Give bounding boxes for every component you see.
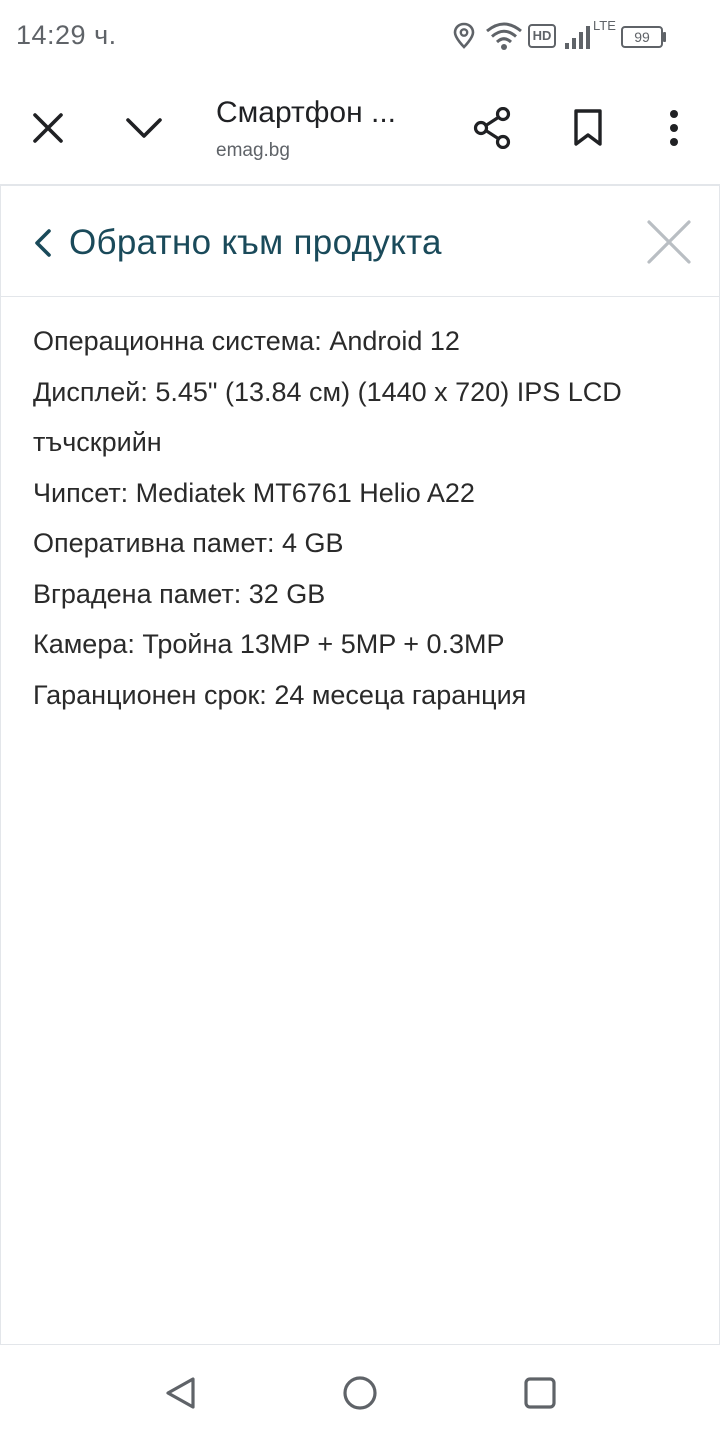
recents-square-icon [524, 1377, 556, 1409]
more-vertical-icon [670, 110, 678, 146]
page-url[interactable]: emag.bg [216, 140, 290, 162]
battery-level: 99 [634, 29, 650, 45]
specs-panel: Обратно към продукта Операционна система… [0, 186, 720, 1344]
share-button[interactable] [464, 100, 520, 156]
page-title[interactable]: Смартфон ... [216, 96, 396, 130]
status-time: 14:29 ч. [16, 20, 117, 50]
close-panel-button[interactable] [645, 218, 693, 266]
battery-icon: 99 [621, 26, 663, 48]
spec-item-display: Дисплей: 5.45" (13.84 см) (1440 x 720) I… [33, 376, 622, 458]
minimize-button[interactable] [116, 100, 172, 156]
lte-label: LTE [593, 18, 616, 33]
system-navigation-bar [0, 1344, 720, 1441]
chevron-left-icon [33, 226, 57, 260]
home-circle-icon [343, 1376, 377, 1410]
spec-item-warranty: Гаранционен срок: 24 месеца гаранция [33, 679, 527, 710]
status-bar: 14:29 ч. HD LTE 99 [0, 0, 720, 72]
back-to-product-link[interactable]: Обратно към продукта [33, 220, 442, 266]
panel-header: Обратно към продукта [1, 186, 719, 297]
share-icon [473, 107, 511, 149]
spec-item-storage: Вградена памет: 32 GB [33, 578, 326, 609]
battery-tip [663, 32, 666, 42]
custom-tab-toolbar: Смартфон ... emag.bg [0, 72, 720, 186]
more-options-button[interactable] [646, 100, 702, 156]
spec-list: Операционна система: Android 12 Дисплей:… [33, 316, 683, 720]
close-icon [33, 113, 63, 143]
nav-back-button[interactable] [160, 1373, 200, 1413]
bookmark-icon [574, 109, 602, 146]
signal-icon [565, 26, 590, 49]
wifi-icon [486, 22, 522, 50]
bookmark-button[interactable] [560, 100, 616, 156]
back-to-product-label: Обратно към продукта [69, 223, 442, 262]
nav-recents-button[interactable] [520, 1373, 560, 1413]
spec-item-os: Операционна система: Android 12 [33, 326, 460, 356]
spec-item-ram: Оперативна памет: 4 GB [33, 528, 344, 558]
close-icon [647, 220, 691, 264]
spec-item-chipset: Чипсет: Mediatek MT6761 Helio A22 [33, 477, 475, 508]
close-tab-button[interactable] [20, 100, 76, 156]
back-triangle-icon [166, 1377, 195, 1409]
chevron-down-icon [126, 118, 162, 138]
spec-item-camera: Камера: Тройна 13MP + 5MP + 0.3MP [33, 629, 505, 659]
nav-home-button[interactable] [340, 1373, 380, 1413]
location-icon [453, 22, 475, 49]
hd-icon: HD [528, 24, 556, 48]
hd-label: HD [532, 28, 552, 43]
